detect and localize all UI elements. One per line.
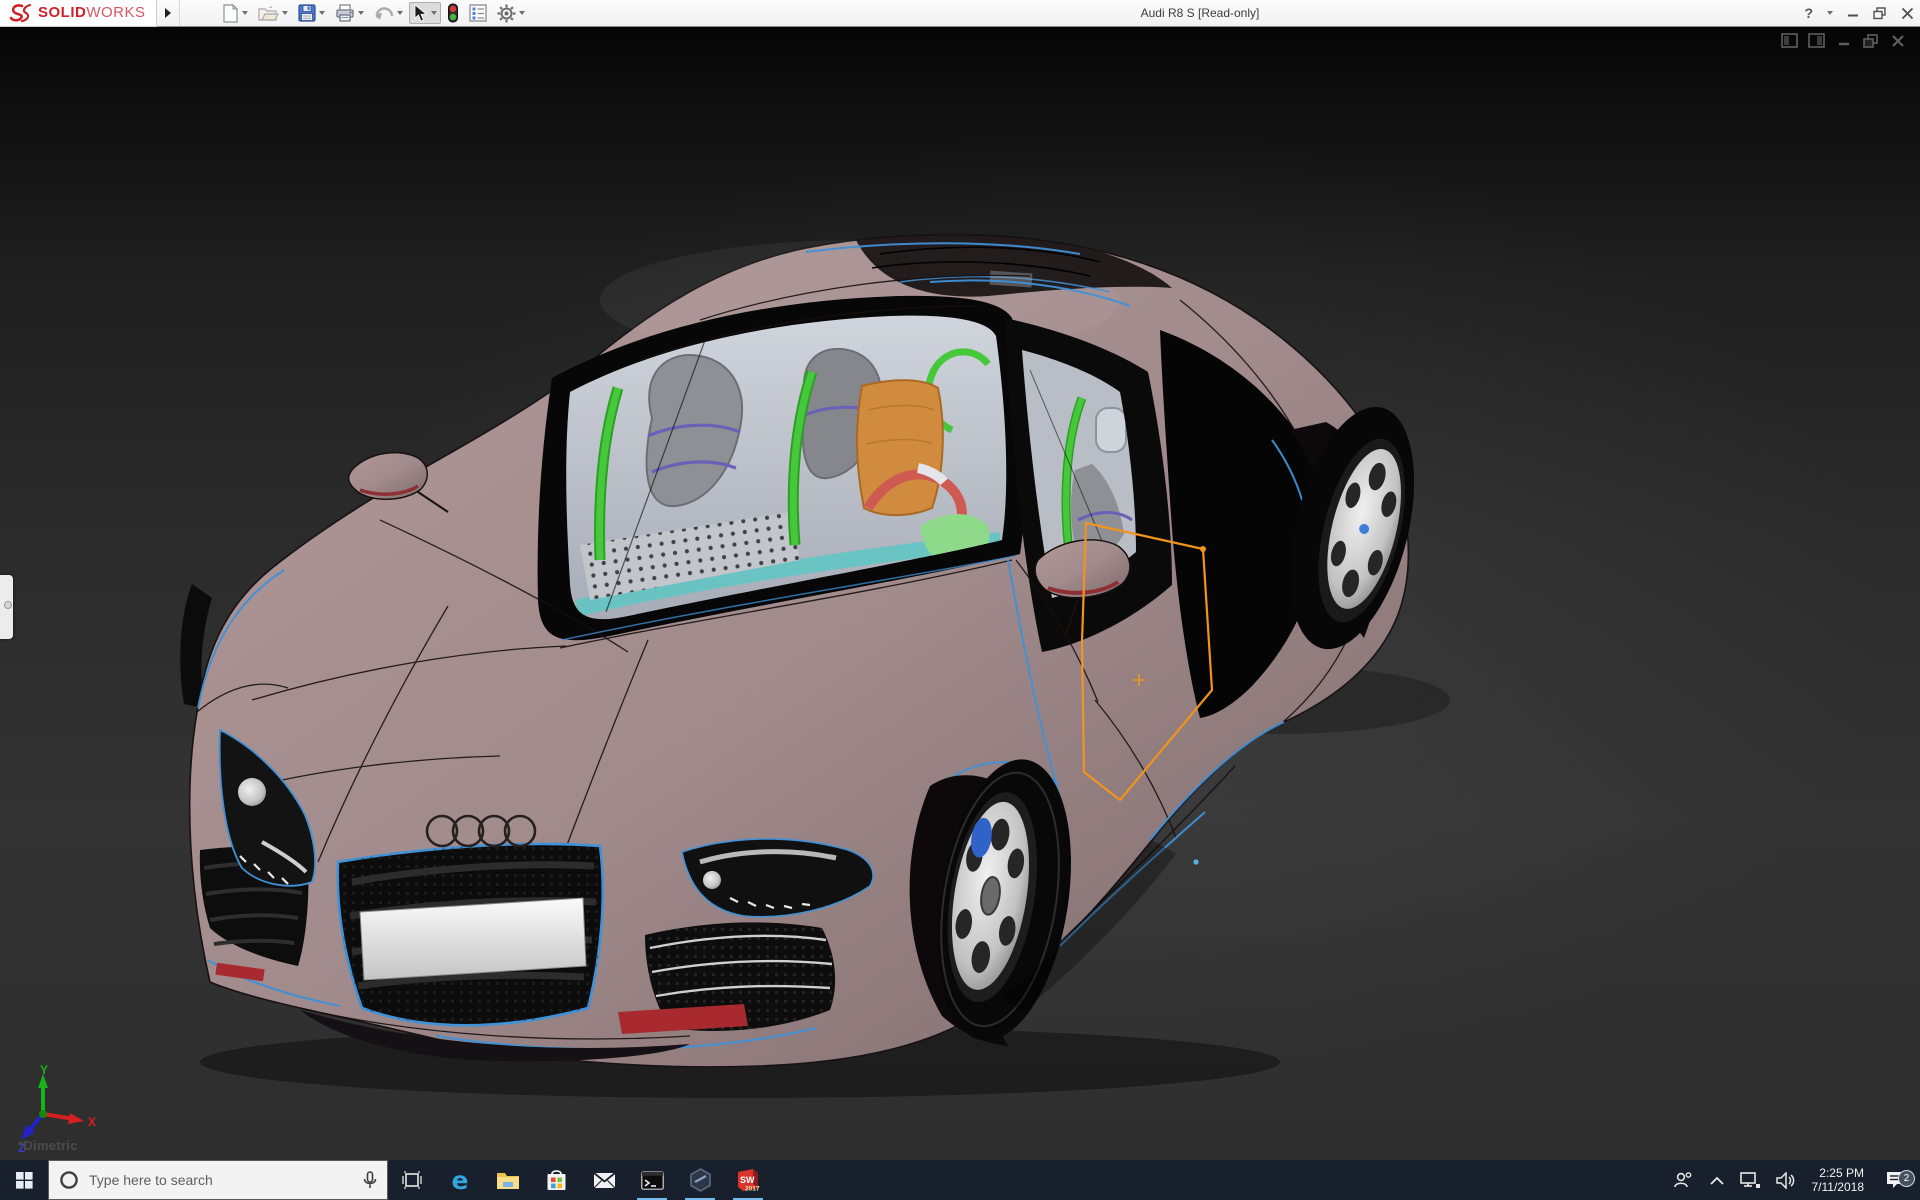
new-document-icon [222, 3, 238, 23]
people-button[interactable] [1668, 1171, 1698, 1189]
axis-y-label: Y [40, 1063, 48, 1077]
graphics-viewport[interactable]: Y X Z *Dimetric [0, 26, 1920, 1160]
volume-button[interactable] [1770, 1171, 1800, 1189]
brand-works: WORKS [86, 4, 146, 21]
save-floppy-icon [297, 4, 316, 22]
featuremanager-flyout-tab[interactable] [0, 575, 13, 639]
pane-left-icon[interactable] [1781, 33, 1798, 48]
save-button[interactable] [294, 2, 329, 24]
undo-button[interactable] [370, 3, 407, 23]
help-dropdown-caret[interactable] [1827, 11, 1833, 15]
file-properties-icon [468, 4, 487, 22]
select-cursor-icon [414, 4, 427, 22]
people-icon [1673, 1172, 1691, 1188]
speaker-icon [1775, 1171, 1794, 1189]
hexagon-app-button[interactable] [676, 1160, 724, 1200]
file-explorer-icon [497, 1173, 519, 1189]
chevron-up-icon [1709, 1176, 1724, 1185]
pane-right-icon[interactable] [1808, 33, 1825, 48]
windows-logo-icon [15, 1171, 33, 1189]
start-button[interactable] [0, 1160, 48, 1200]
open-folder-icon [257, 5, 279, 21]
clock-date: 7/11/2018 [1811, 1180, 1865, 1194]
mail-icon [592, 1171, 616, 1188]
window-controls: ? [1804, 0, 1914, 26]
task-view-button[interactable] [388, 1160, 436, 1200]
flyout-dot-icon [3, 601, 12, 609]
microsoft-store-icon [547, 1170, 565, 1190]
mail-button[interactable] [580, 1160, 628, 1200]
solidworks-logo: SOLID WORKS [0, 0, 157, 27]
new-dropdown-caret[interactable] [241, 11, 248, 15]
options-dropdown-caret[interactable] [518, 11, 525, 15]
select-tool-button[interactable] [408, 2, 441, 24]
print-dropdown-caret[interactable] [357, 11, 364, 15]
help-button[interactable]: ? [1804, 5, 1813, 21]
open-dropdown-caret[interactable] [281, 11, 288, 15]
undo-arrow-icon [374, 7, 393, 20]
clock[interactable]: 2:25 PM 7/11/2018 [1804, 1166, 1873, 1194]
edge-button[interactable]: e [436, 1160, 484, 1200]
child-close-button[interactable] [1889, 33, 1906, 48]
command-prompt-button[interactable] [628, 1160, 676, 1200]
close-button[interactable] [1901, 7, 1914, 20]
windows-taskbar: Type here to search e SW 2017 2:25 PM 7/… [0, 1160, 1920, 1200]
solidworks-logo-icon [9, 3, 32, 22]
car-model-audi-r8 [180, 233, 1450, 1098]
command-prompt-icon [640, 1170, 664, 1190]
taskbar-search-input[interactable]: Type here to search [48, 1160, 388, 1200]
select-dropdown-caret[interactable] [430, 11, 437, 15]
network-icon [1740, 1171, 1760, 1188]
network-button[interactable] [1736, 1171, 1766, 1189]
new-document-button[interactable] [218, 2, 252, 25]
file-properties-button[interactable] [465, 2, 491, 24]
search-placeholder: Type here to search [89, 1172, 213, 1188]
play-arrow-icon [164, 8, 171, 18]
child-restore-button[interactable] [1862, 33, 1879, 48]
minimize-button[interactable] [1847, 7, 1859, 19]
child-window-controls [1781, 33, 1906, 48]
view-orientation-label: *Dimetric [18, 1138, 78, 1153]
tray-overflow-button[interactable] [1702, 1176, 1732, 1185]
clock-time: 2:25 PM [1819, 1166, 1864, 1180]
sw-year: 2017 [745, 1186, 760, 1193]
cortana-circle-icon [60, 1171, 78, 1189]
options-button[interactable] [493, 2, 529, 25]
action-center-button[interactable]: 2 [1876, 1170, 1916, 1190]
traffic-light-icon [447, 3, 458, 23]
file-explorer-button[interactable] [484, 1160, 532, 1200]
edge-icon: e [451, 1165, 469, 1195]
print-button[interactable] [331, 2, 368, 24]
task-view-icon [402, 1171, 422, 1189]
solidworks-2017-button[interactable]: SW 2017 [724, 1160, 772, 1200]
menu-expand-arrow[interactable] [157, 0, 180, 26]
axis-x-label: X [88, 1115, 96, 1129]
system-tray: 2:25 PM 7/11/2018 2 [1668, 1160, 1920, 1200]
app-titlebar: SOLID WORKS Audi R8 S [Read-only] ? [0, 0, 1920, 27]
hexagon-app-icon [689, 1168, 711, 1192]
save-dropdown-caret[interactable] [318, 11, 325, 15]
restore-button[interactable] [1873, 6, 1887, 20]
store-button[interactable] [532, 1160, 580, 1200]
undo-dropdown-caret[interactable] [396, 11, 403, 15]
quick-access-toolbar [218, 0, 529, 26]
brand-solid: SOLID [38, 4, 87, 21]
microphone-icon[interactable] [363, 1170, 377, 1190]
sw-letters: SW [740, 1175, 755, 1185]
gear-icon [497, 4, 516, 22]
display-states-button[interactable] [443, 1, 463, 25]
document-title: Audi R8 S [Read-only] [1140, 6, 1260, 20]
child-minimize-button[interactable] [1835, 33, 1852, 48]
solidworks-2017-icon: SW 2017 [738, 1169, 760, 1193]
notification-badge: 2 [1898, 1170, 1915, 1187]
open-button[interactable] [254, 3, 292, 24]
print-icon [335, 4, 354, 22]
